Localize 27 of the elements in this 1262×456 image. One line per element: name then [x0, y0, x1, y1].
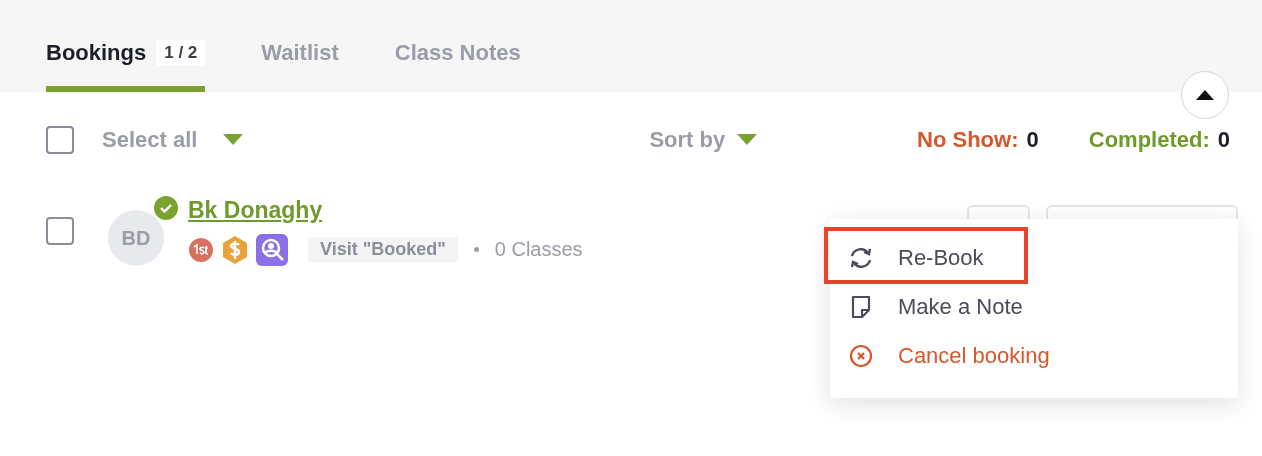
- menu-item[interactable]: Make a Note: [830, 282, 1238, 331]
- stat-value: 0: [1026, 127, 1039, 153]
- menu-item[interactable]: Re-Book: [830, 233, 1238, 282]
- status-tag: Visit "Booked": [308, 237, 458, 262]
- tab[interactable]: Bookings 1 / 2: [46, 40, 206, 92]
- dropdown-caret-icon[interactable]: [223, 134, 244, 146]
- dollar-badge-icon: [222, 234, 248, 265]
- refresh-icon: [848, 246, 874, 269]
- client-name-link[interactable]: Bk Donaghy: [188, 196, 583, 224]
- count-badge: 1 / 2: [156, 40, 206, 66]
- row-checkbox[interactable]: [46, 217, 74, 245]
- select-all-label[interactable]: Select all: [102, 127, 198, 153]
- sort-caret-icon[interactable]: [737, 134, 758, 146]
- tab[interactable]: Waitlist: [261, 40, 339, 92]
- sort-by-label[interactable]: Sort by: [649, 127, 726, 153]
- classes-count: 0 Classes: [494, 238, 583, 261]
- caret-up-icon: [1196, 90, 1214, 100]
- search-badge-icon: [256, 233, 288, 266]
- avatar: BD: [108, 210, 164, 266]
- menu-item[interactable]: Cancel booking: [830, 331, 1238, 380]
- cancel-icon: [848, 343, 874, 368]
- first-badge-icon: [188, 236, 214, 263]
- stat-label: No Show:: [917, 127, 1019, 153]
- stat-label: Completed:: [1088, 127, 1210, 153]
- tab[interactable]: Class Notes: [394, 40, 521, 92]
- select-all-checkbox[interactable]: [46, 126, 74, 154]
- stat-value: 0: [1217, 127, 1230, 153]
